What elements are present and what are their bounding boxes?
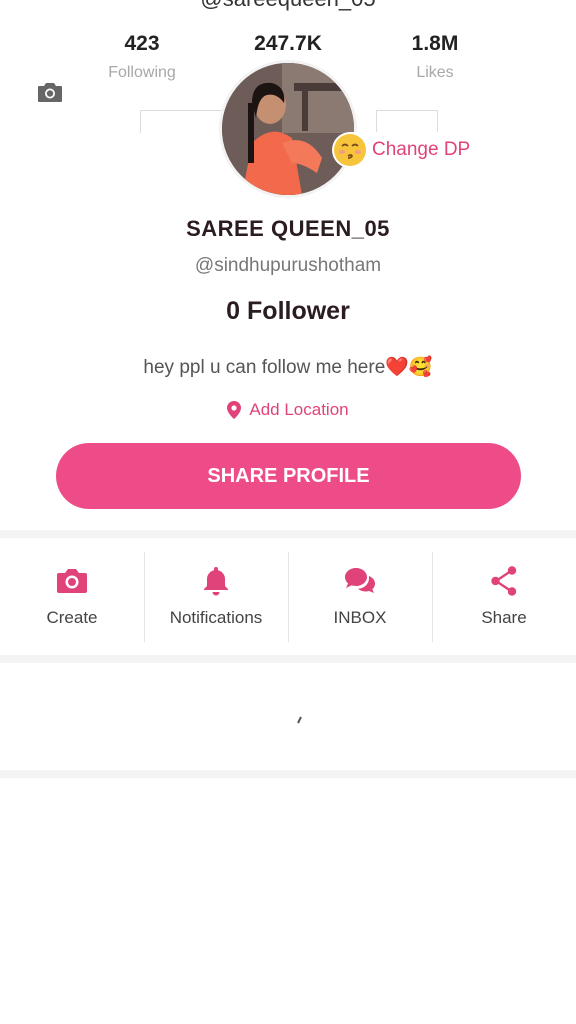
create-label: Create: [46, 608, 98, 627]
location-pin-icon: [227, 401, 242, 419]
change-dp-label: Change DP: [372, 139, 471, 160]
section-divider: [0, 770, 576, 778]
loading-indicator: [297, 716, 302, 724]
stat-followers-value: 247.7K: [254, 32, 322, 55]
avatar-photo: [222, 63, 354, 195]
action-bar: Create Notifications INBOX Share: [0, 550, 576, 642]
more-options-box: [376, 110, 438, 133]
share-label: Share: [481, 608, 527, 627]
share-button[interactable]: Share: [432, 550, 576, 642]
section-divider: [0, 530, 576, 538]
followers-count: 0 Follower: [226, 297, 350, 325]
camera-icon[interactable]: [36, 80, 64, 104]
stat-likes-value: 1.8M: [411, 32, 459, 55]
bio-text: hey ppl u can follow me here❤️🥰: [143, 357, 433, 378]
stat-following-label: Following: [108, 64, 176, 81]
share-profile-button[interactable]: SHARE PROFILE: [56, 443, 521, 509]
inbox-button[interactable]: INBOX: [288, 550, 432, 642]
user-handle: @sindhupurushotham: [194, 255, 382, 276]
add-location-label: Add Location: [249, 400, 349, 419]
section-divider: [0, 655, 576, 663]
create-button[interactable]: Create: [0, 550, 144, 642]
kissing-face-icon: [334, 134, 366, 166]
add-location-button[interactable]: Add Location: [0, 400, 576, 420]
bell-icon: [204, 567, 228, 596]
stat-following[interactable]: 423 Following: [82, 32, 202, 82]
stat-likes[interactable]: 1.8M Likes: [375, 32, 495, 82]
display-name: SAREE QUEEN_05: [186, 216, 390, 241]
camera-icon: [57, 569, 87, 593]
chat-bubbles-icon: [345, 568, 375, 593]
inbox-label: INBOX: [333, 608, 387, 627]
share-icon: [491, 566, 517, 596]
notifications-button[interactable]: Notifications: [144, 550, 288, 642]
stat-likes-label: Likes: [416, 64, 454, 81]
notifications-label: Notifications: [169, 608, 263, 627]
top-username: @sareequeen_05: [0, 0, 576, 12]
change-dp-button[interactable]: Change DP: [332, 132, 477, 168]
avatar[interactable]: [219, 60, 357, 198]
stat-following-value: 423: [124, 32, 160, 55]
